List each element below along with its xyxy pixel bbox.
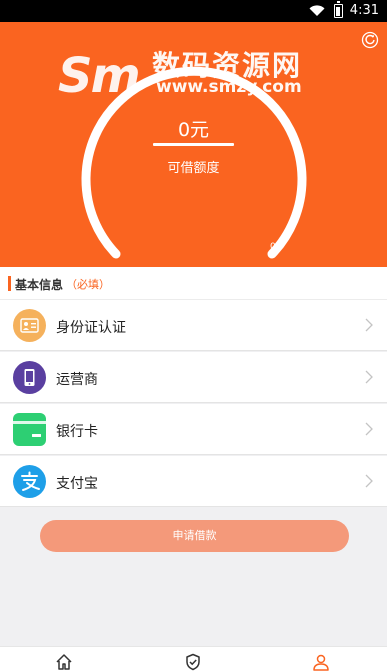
list-item-label: 运营商 [56,372,98,388]
user-icon[interactable] [312,653,330,671]
list-item-alipay[interactable]: 支付宝 [0,456,387,507]
chevron-right-icon [365,422,373,436]
shield-check-icon[interactable] [184,653,202,671]
battery-icon [334,1,343,18]
basic-info-header: 基本信息 （必填） [0,267,387,300]
list-item-label: 支付宝 [56,476,98,492]
list-item-label: 银行卡 [56,424,98,440]
id-card-icon [13,309,46,342]
gauge-min-label: 0 [108,242,114,252]
section-accent-bar [8,276,11,291]
status-time: 4:31 [349,3,379,18]
alipay-icon [13,465,46,498]
chevron-right-icon [365,370,373,384]
required-note: （必填） [66,278,110,291]
credit-amount: 0元 [177,119,210,141]
credit-label: 可借额度 [167,161,220,176]
status-bar: 4:31 [0,0,387,22]
chevron-right-icon [365,474,373,488]
watermark-url: www.smzy.com [156,77,302,97]
gauge-max-label: 0 [270,242,276,252]
home-icon[interactable] [55,653,73,671]
bank-card-icon [13,413,46,446]
list-item-bank-card[interactable]: 银行卡 [0,404,387,455]
list-item-id-verify[interactable]: 身份证认证 [0,300,387,351]
phone-icon [13,361,46,394]
wifi-icon [309,5,325,17]
credit-hero: Sm 数码资源网 www.smzy.com 0元 可借额度 0 0 [0,22,387,267]
list-item-label: 身份证认证 [56,320,126,336]
amount-divider [153,143,234,146]
basic-info-title: 基本信息 [15,278,64,292]
refresh-icon[interactable] [361,31,379,49]
watermark-logo: Sm [58,48,141,104]
apply-loan-button[interactable]: 申请借款 [40,520,349,552]
list-item-carrier[interactable]: 运营商 [0,352,387,403]
chevron-right-icon [365,318,373,332]
bottom-tab-bar [0,646,387,672]
